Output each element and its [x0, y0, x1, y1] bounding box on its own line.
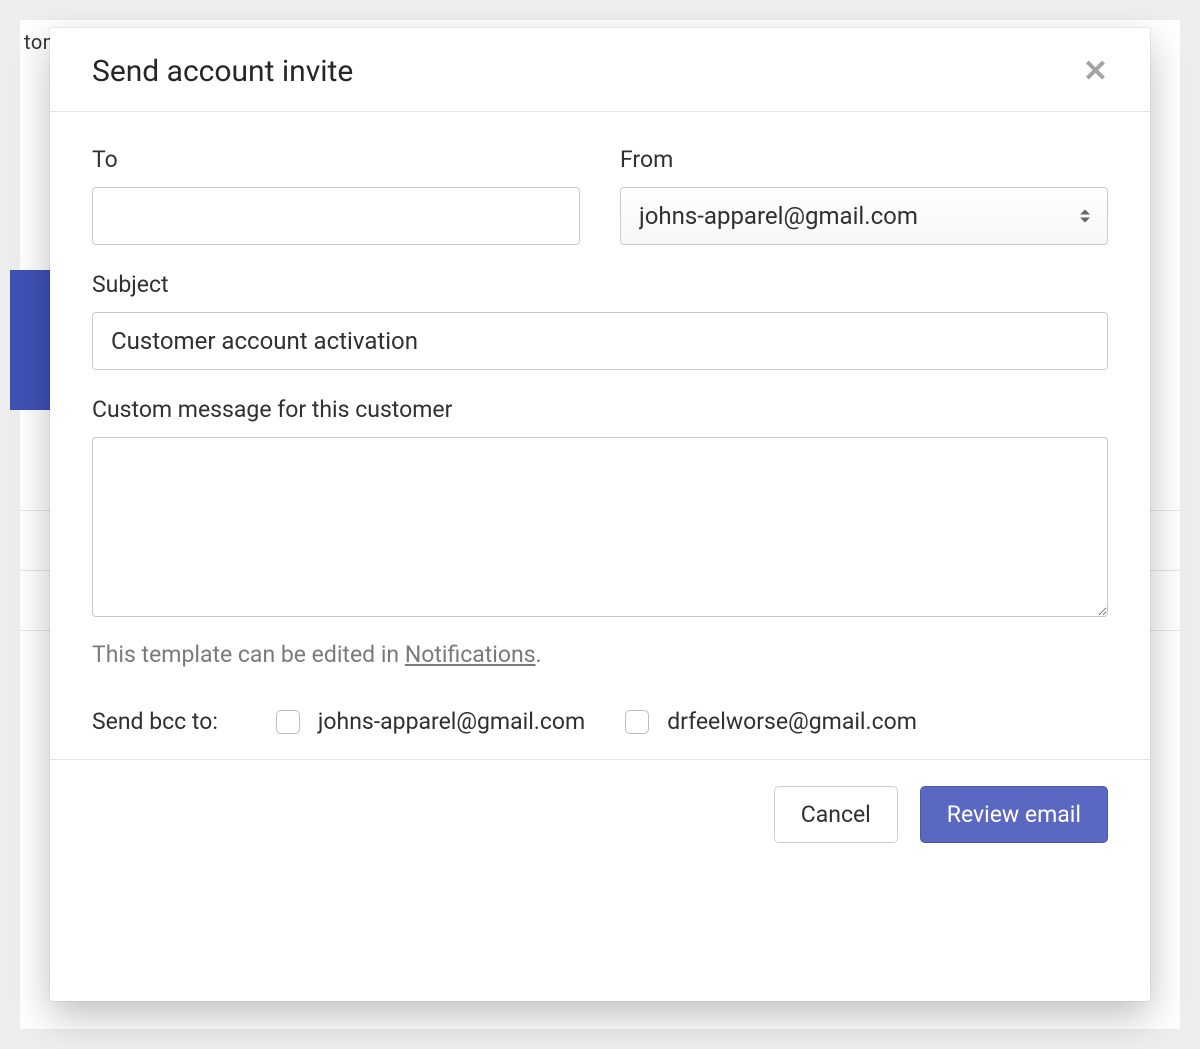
- subject-input[interactable]: [92, 312, 1108, 370]
- modal-header: Send account invite ✕: [50, 28, 1150, 112]
- to-input[interactable]: [92, 187, 580, 245]
- checkbox[interactable]: [625, 710, 649, 734]
- checkbox[interactable]: [276, 710, 300, 734]
- notifications-link[interactable]: Notifications: [405, 641, 536, 668]
- send-invite-modal: Send account invite ✕ To From johns-appa…: [50, 28, 1150, 1001]
- cancel-button[interactable]: Cancel: [774, 786, 898, 843]
- bcc-option[interactable]: johns-apparel@gmail.com: [276, 708, 585, 735]
- bcc-email: drfeelworse@gmail.com: [667, 708, 917, 735]
- modal-title: Send account invite: [92, 54, 353, 89]
- bcc-row: Send bcc to: johns-apparel@gmail.com drf…: [92, 708, 1108, 735]
- hint-prefix: This template can be edited in: [92, 641, 405, 668]
- close-icon[interactable]: ✕: [1083, 57, 1108, 87]
- from-select[interactable]: johns-apparel@gmail.com: [620, 187, 1108, 245]
- modal-body: To From johns-apparel@gmail.com Subject: [50, 112, 1150, 759]
- modal-footer: Cancel Review email: [50, 759, 1150, 869]
- from-label: From: [620, 146, 1108, 173]
- message-textarea[interactable]: [92, 437, 1108, 617]
- review-email-button[interactable]: Review email: [920, 786, 1108, 843]
- template-hint: This template can be edited in Notificat…: [92, 641, 1108, 668]
- hint-suffix: .: [536, 641, 542, 668]
- bcc-email: johns-apparel@gmail.com: [318, 708, 585, 735]
- subject-label: Subject: [92, 271, 1108, 298]
- bcc-label: Send bcc to:: [92, 708, 218, 735]
- message-label: Custom message for this customer: [92, 396, 1108, 423]
- to-label: To: [92, 146, 580, 173]
- bcc-option[interactable]: drfeelworse@gmail.com: [625, 708, 917, 735]
